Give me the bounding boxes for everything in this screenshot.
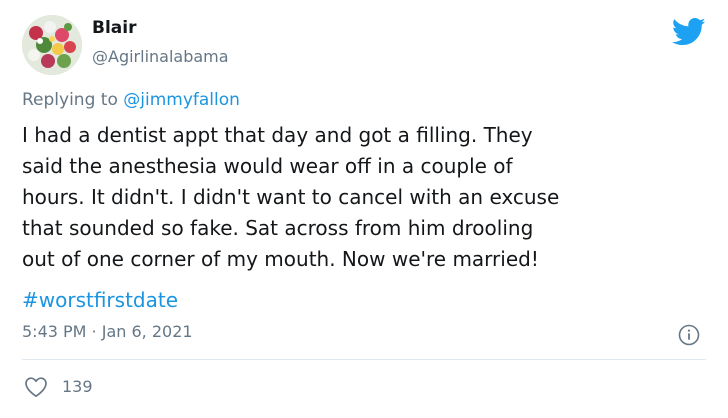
tweet-timestamp[interactable]: 5:43 PM · Jan 6, 2021 [22,322,193,341]
twitter-bird-icon[interactable] [672,17,706,47]
hashtag-link[interactable]: #worstfirstdate [22,285,178,316]
reply-mention-link[interactable]: @jimmyfallon [123,90,240,110]
reply-prefix: Replying to [22,90,124,110]
divider [22,359,706,360]
user-handle[interactable]: @Agirlinalabama [92,47,229,66]
like-count: 139 [62,377,93,396]
avatar[interactable] [22,15,82,75]
tweet-text: I had a dentist appt that day and got a … [22,123,560,271]
display-name[interactable]: Blair [92,18,136,38]
info-icon[interactable] [678,324,700,346]
reply-context: Replying to @jimmyfallon [22,90,240,110]
heart-icon[interactable] [24,376,48,398]
